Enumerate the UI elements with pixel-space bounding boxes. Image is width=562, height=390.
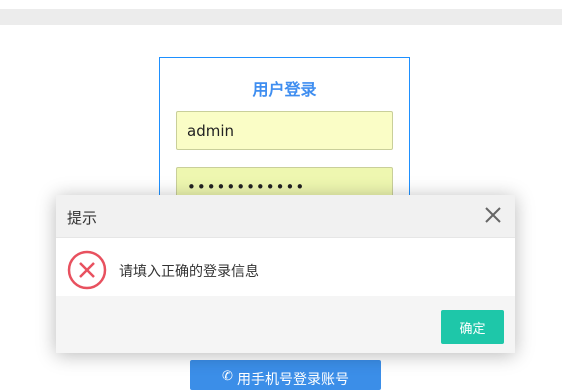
dialog-body: 请填入正确的登录信息 <box>56 238 515 296</box>
ok-button[interactable]: 确定 <box>441 310 504 344</box>
phone-login-button[interactable]: ✆ 用手机号登录账号 <box>190 360 381 390</box>
phone-login-label: 用手机号登录账号 <box>236 372 349 388</box>
dialog-title: 提示 <box>67 209 98 227</box>
close-icon[interactable] <box>483 205 503 225</box>
dialog-footer: 确定 <box>56 296 515 353</box>
alert-dialog: 提示 请填入正确的登录信息 确定 <box>56 195 515 353</box>
dialog-message: 请填入正确的登录信息 <box>119 264 259 280</box>
dialog-header: 提示 <box>56 195 515 238</box>
username-input[interactable]: admin <box>176 111 393 150</box>
top-bar <box>0 9 562 25</box>
error-x-icon <box>67 250 107 290</box>
login-title: 用户登录 <box>252 80 317 99</box>
